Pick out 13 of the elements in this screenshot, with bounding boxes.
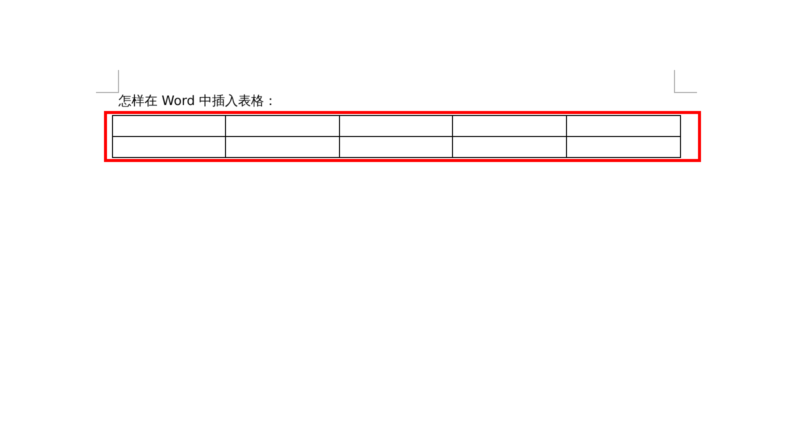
document-heading: 怎样在 Word 中插入表格： — [118, 93, 278, 111]
table-cell[interactable] — [226, 116, 340, 136]
table-cell[interactable] — [226, 136, 340, 158]
table-cell[interactable] — [566, 116, 680, 136]
table-cell[interactable] — [566, 136, 680, 158]
table-cell[interactable] — [112, 116, 226, 136]
margin-corner-mark — [96, 70, 118, 93]
table-cell[interactable] — [339, 116, 453, 136]
table-cell[interactable] — [452, 136, 566, 158]
table-cell[interactable] — [112, 136, 226, 158]
margin-corner-mark — [674, 70, 696, 93]
table-cell[interactable] — [452, 116, 566, 136]
table-cell[interactable] — [339, 136, 453, 158]
